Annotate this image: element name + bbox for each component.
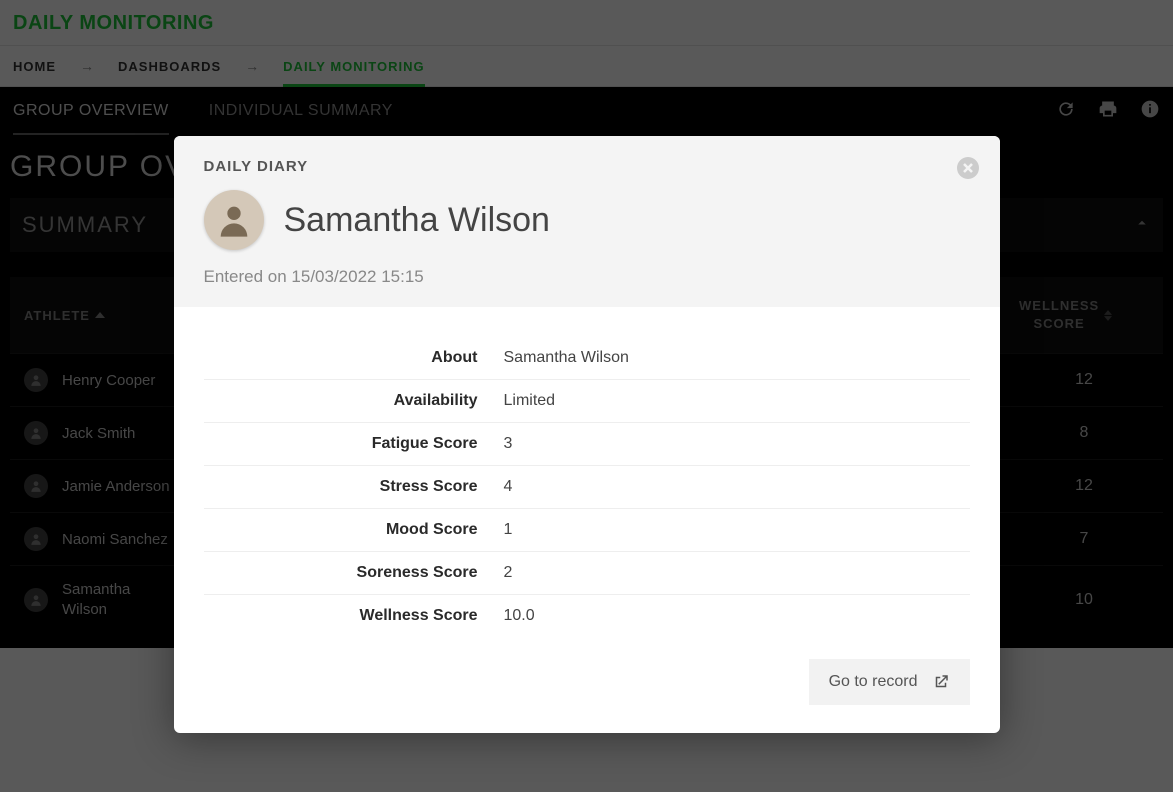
modal-header: DAILY DIARY Samantha Wilson Entered on 1… [174, 136, 1000, 307]
modal-title: DAILY DIARY [204, 158, 970, 175]
detail-row: AboutSamantha Wilson [204, 337, 970, 380]
close-button[interactable] [956, 156, 980, 180]
modal-body: AboutSamantha WilsonAvailabilityLimitedF… [174, 307, 1000, 647]
detail-label: Soreness Score [204, 564, 504, 582]
close-icon [956, 156, 980, 180]
detail-value: 4 [504, 478, 513, 496]
detail-row: Wellness Score10.0 [204, 595, 970, 637]
detail-value: 2 [504, 564, 513, 582]
detail-value: 10.0 [504, 607, 535, 625]
entered-timestamp: Entered on 15/03/2022 15:15 [204, 267, 970, 287]
detail-label: Availability [204, 392, 504, 410]
go-to-record-label: Go to record [829, 673, 918, 691]
detail-label: About [204, 349, 504, 367]
detail-label: Stress Score [204, 478, 504, 496]
go-to-record-button[interactable]: Go to record [809, 659, 970, 705]
detail-row: Fatigue Score3 [204, 423, 970, 466]
detail-value: 1 [504, 521, 513, 539]
detail-value: Samantha Wilson [504, 349, 629, 367]
detail-label: Fatigue Score [204, 435, 504, 453]
detail-label: Mood Score [204, 521, 504, 539]
detail-value: Limited [504, 392, 556, 410]
detail-row: AvailabilityLimited [204, 380, 970, 423]
exit-icon [932, 673, 950, 691]
modal-overlay[interactable]: DAILY DIARY Samantha Wilson Entered on 1… [0, 0, 1173, 792]
daily-diary-modal: DAILY DIARY Samantha Wilson Entered on 1… [174, 136, 1000, 733]
modal-footer: Go to record [174, 647, 1000, 733]
detail-row: Soreness Score2 [204, 552, 970, 595]
avatar [204, 190, 264, 250]
person-name: Samantha Wilson [284, 201, 550, 240]
detail-row: Stress Score4 [204, 466, 970, 509]
detail-value: 3 [504, 435, 513, 453]
detail-row: Mood Score1 [204, 509, 970, 552]
detail-label: Wellness Score [204, 607, 504, 625]
